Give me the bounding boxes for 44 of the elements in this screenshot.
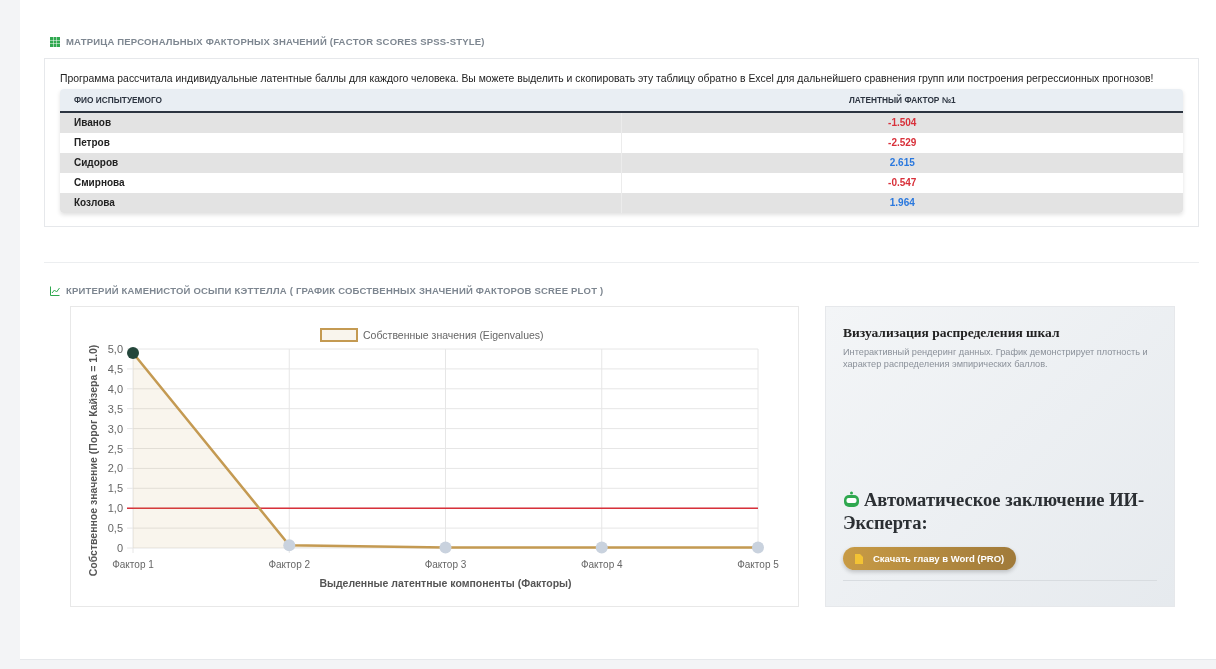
x-axis-title: Выделенные латентные компоненты (Факторы) [319, 577, 572, 589]
y-tick-label: 1,0 [107, 502, 123, 515]
legend-label: Собственные значения (Eigenvalues) [363, 329, 544, 341]
conclusion-heading: Автоматическое заключение ИИ-Эксперта: [843, 489, 1146, 535]
y-tick-label: 0,5 [107, 522, 123, 535]
robot-icon [843, 491, 860, 508]
description-text: Программа рассчитала индивидуальные латентные баллы для каждого человека. Вы можете выделить и скопировать эту таблицу обратно в Excel для дальнейшего сравнения групп или построения регрессионных прогнозов! [60, 73, 1155, 84]
data-point [595, 541, 608, 554]
table-cell: Козлова [60, 193, 622, 213]
y-tick-label: 4,5 [107, 362, 123, 375]
column-header: ФИО ИСПЫТУЕМОГО [73, 94, 164, 107]
score-cell-text: 1.964 [888, 196, 916, 210]
x-tick-label: Фактор 4 [580, 559, 623, 570]
data-point [127, 347, 139, 359]
data-point [283, 539, 296, 552]
score-cell-text: -2.529 [887, 136, 918, 150]
card-description: Интерактивный рендеринг данных. График демонстрирует плотность и характер распределения эмпирических баллов. [843, 346, 1149, 370]
x-tick-label: Фактор 3 [424, 559, 467, 570]
legend-swatch [320, 328, 358, 342]
y-tick-label: 2,5 [107, 442, 123, 455]
grid-icon [50, 36, 60, 47]
y-tick-label: 3,5 [107, 402, 123, 415]
section-title: МАТРИЦА ПЕРСОНАЛЬНЫХ ФАКТОРНЫХ ЗНАЧЕНИЙ (FACTOR SCORES SPSS-STYLE) [66, 36, 485, 47]
y-tick-label: 1,5 [107, 482, 123, 495]
download-button[interactable]: Скачать главу в Word (PRO) [843, 547, 1017, 570]
data-point [752, 541, 764, 554]
y-axis-title: Собственное значение (Порог Кайзера = 1.0) [87, 344, 99, 577]
y-tick-label: 4,0 [107, 382, 123, 395]
score-cell-text: 2.615 [888, 156, 916, 170]
data-point [439, 541, 452, 554]
x-tick-label: Фактор 1 [112, 559, 154, 570]
score-cell-text: -0.547 [887, 176, 918, 190]
column-header: ЛАТЕНТНЫЙ ФАКТОР №1 [847, 93, 957, 107]
card-title: Визуализация распределения шкал [843, 325, 1061, 341]
y-tick-label: 5,0 [107, 343, 123, 355]
y-tick-label: 2,0 [107, 462, 123, 475]
x-tick-label: Фактор 2 [268, 559, 311, 570]
score-cell-text: -1.504 [887, 116, 918, 130]
document-icon [855, 553, 863, 564]
section-title: КРИТЕРИЙ КАМЕНИСТОЙ ОСЫПИ КЭТТЕЛЛА ( ГРАФИК СОБСТВЕННЫХ ЗНАЧЕНИЙ ФАКТОРОВ SCREE PLOT ) [66, 285, 604, 296]
chart-icon [50, 285, 60, 296]
y-tick-label: 3,0 [107, 422, 123, 435]
y-tick-label: 0 [116, 542, 123, 554]
x-tick-label: Фактор 5 [737, 559, 779, 570]
